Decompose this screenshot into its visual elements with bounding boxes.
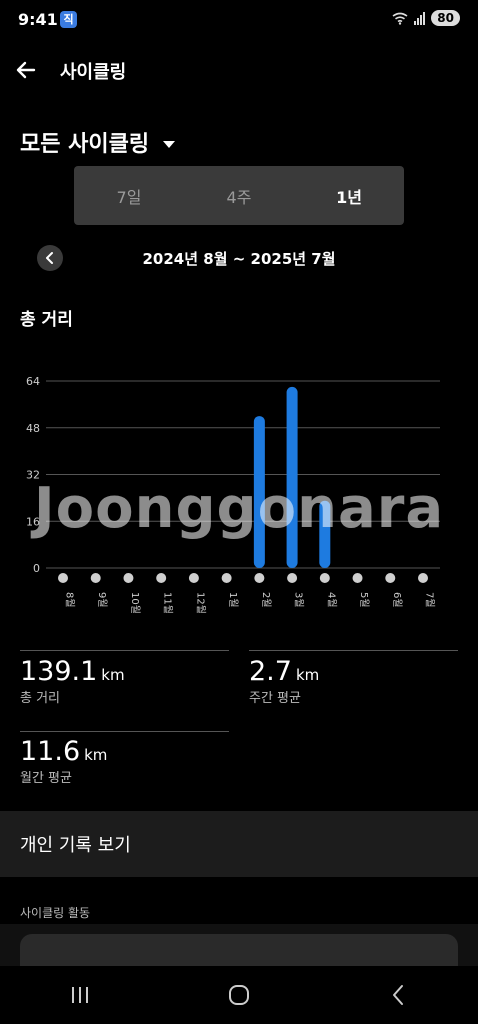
- stat-label: 주간 평균: [249, 691, 301, 706]
- system-navigation-bar: [0, 966, 478, 1024]
- data-point-dot: [123, 573, 134, 583]
- home-icon: [228, 985, 249, 1005]
- stat-total-distance: 139.1 km 총 거리: [20, 656, 125, 706]
- data-point-dot: [90, 573, 101, 583]
- tab-4-weeks[interactable]: 4주: [184, 166, 294, 225]
- data-point-dot: [418, 573, 428, 583]
- data-point-dot: [287, 573, 298, 583]
- stat-unit: km: [101, 666, 125, 684]
- data-point-dot: [188, 573, 199, 583]
- stat-weekly-average: 2.7 km 주간 평균: [249, 656, 319, 706]
- x-tick-label: 10월: [129, 592, 141, 614]
- y-tick-label: 64: [26, 375, 40, 388]
- y-tick-label: 0: [33, 562, 40, 575]
- divider: [20, 731, 229, 732]
- x-tick-label: 9월: [96, 592, 108, 608]
- period-segmented-control: 7일 4주 1년: [74, 166, 404, 225]
- previous-period-button[interactable]: [37, 245, 63, 271]
- x-tick-label: 6월: [391, 592, 403, 608]
- signal-icon: [414, 11, 426, 25]
- chevron-left-icon: [46, 252, 53, 264]
- section-title: 총 거리: [20, 310, 73, 330]
- data-point-dot: [58, 573, 68, 583]
- data-point-dot: [221, 573, 232, 583]
- x-tick-label: 2월: [260, 592, 272, 608]
- battery-icon: 80: [431, 10, 460, 26]
- activity-section-label: 사이클링 활동: [20, 906, 91, 920]
- data-point-dot: [352, 573, 363, 583]
- activity-filter-dropdown[interactable]: 모든 사이클링: [20, 126, 176, 158]
- tab-7-days[interactable]: 7일: [74, 166, 184, 225]
- recent-apps-icon: [71, 987, 88, 1003]
- x-tick-label: 4월: [325, 592, 337, 608]
- x-tick-label: 5월: [358, 592, 370, 608]
- personal-records-label: 개인 기록 보기: [20, 835, 131, 856]
- stat-label: 총 거리: [20, 691, 61, 706]
- data-point-dot: [156, 573, 167, 583]
- filter-label: 모든 사이클링: [20, 132, 150, 157]
- stat-value: 2.7: [249, 656, 292, 687]
- recent-apps-button[interactable]: [50, 975, 110, 1015]
- home-button[interactable]: [209, 975, 269, 1015]
- arrow-left-icon: [16, 61, 36, 79]
- back-nav-button[interactable]: [368, 975, 428, 1015]
- divider: [20, 650, 229, 651]
- stat-label: 월간 평균: [20, 771, 72, 786]
- watermark: Joonggonara: [33, 476, 445, 541]
- stat-monthly-average: 11.6 km 월간 평균: [20, 736, 107, 786]
- back-button[interactable]: [12, 56, 40, 84]
- app-notification-icon: 직: [60, 11, 77, 28]
- wifi-icon: [392, 12, 408, 25]
- status-icons: 80: [392, 10, 460, 26]
- page-title: 사이클링: [60, 62, 127, 83]
- divider: [249, 650, 458, 651]
- status-time: 9:41: [18, 10, 58, 29]
- stat-unit: km: [295, 666, 320, 684]
- stat-value: 11.6: [20, 736, 81, 767]
- x-tick-label: 11월: [162, 592, 174, 614]
- stat-unit: km: [84, 746, 108, 764]
- data-point-dot: [385, 573, 396, 583]
- chevron-down-icon: [163, 140, 176, 148]
- x-tick-label: 1월: [227, 592, 239, 608]
- chevron-left-icon: [393, 985, 404, 1005]
- x-tick-label: 3월: [293, 592, 305, 608]
- x-tick-label: 7월: [424, 592, 436, 608]
- date-range-label: 2024년 8월 ~ 2025년 7월: [142, 250, 336, 268]
- x-tick-label: 12월: [194, 592, 206, 614]
- tab-1-year[interactable]: 1년: [294, 166, 404, 225]
- data-point-dot: [319, 573, 330, 583]
- y-tick-label: 48: [26, 422, 40, 435]
- x-tick-label: 8월: [64, 592, 76, 608]
- personal-records-button[interactable]: 개인 기록 보기: [0, 811, 478, 877]
- data-point-dot: [254, 573, 265, 583]
- stat-value: 139.1: [20, 656, 98, 687]
